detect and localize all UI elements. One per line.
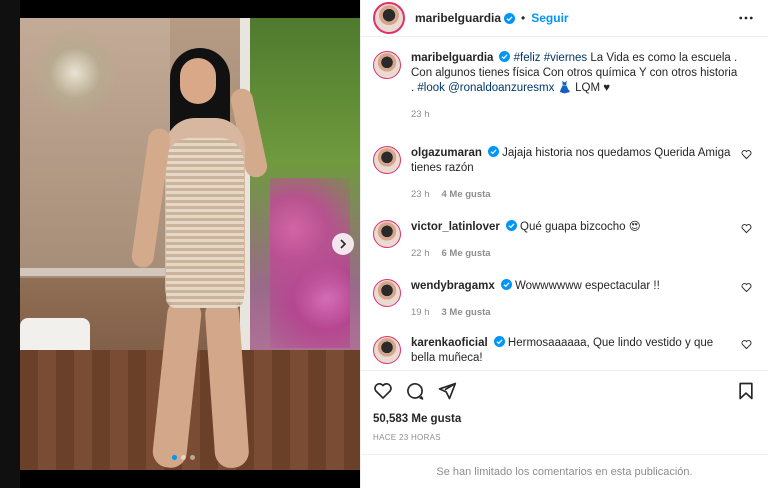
avatar[interactable] [373, 220, 401, 248]
caption-text: maribelguardia #feliz #viernes La Vida e… [411, 51, 756, 122]
carousel-dot [181, 455, 186, 460]
comment-text: karenkaoficial Hermosaaaaaa, Que lindo v… [411, 336, 756, 366]
carousel-indicators [172, 455, 195, 460]
comment-text: olgazumaran Jajaja historia nos quedamos… [411, 146, 756, 202]
likes-count[interactable]: 3 Me gusta [442, 305, 491, 320]
comment-meta: 22 h 6 Me gusta [411, 246, 738, 261]
comment-meta: 23 h 4 Me gusta [411, 187, 738, 202]
comment: karenkaoficial Hermosaaaaaa, Que lindo v… [373, 336, 756, 366]
comment-username[interactable]: olgazumaran [411, 147, 482, 159]
verified-badge-icon [487, 146, 499, 157]
carousel-dot [190, 455, 195, 460]
post-header: maribelguardia • Seguir [361, 0, 768, 37]
avatar[interactable] [373, 336, 401, 364]
verified-badge-icon [493, 336, 505, 347]
comment-bubble-icon[interactable] [405, 381, 425, 401]
comment-body: Qué guapa bizcocho 😍 [520, 221, 641, 233]
comments-list[interactable]: maribelguardia #feliz #viernes La Vida e… [361, 37, 768, 370]
leg [204, 297, 250, 469]
pink-flowers [270, 178, 350, 348]
leg [151, 296, 203, 470]
username-link[interactable]: maribelguardia [415, 11, 501, 25]
carousel-dot [172, 455, 177, 460]
dress-emoji: 👗 [557, 82, 572, 94]
hashtag-link[interactable]: #viernes [544, 52, 587, 64]
comment-text: wendybragamx Wowwwwww espectacular !! 19… [411, 279, 756, 320]
timestamp[interactable]: 19 h [411, 305, 430, 320]
likes-total[interactable]: 50,583 Me gusta [373, 413, 756, 425]
face [180, 58, 216, 104]
post-modal: maribelguardia • Seguir maribelguardia #… [20, 0, 768, 488]
post-timestamp[interactable]: HACE 23 HORAS [373, 433, 756, 442]
chandelier [30, 28, 120, 118]
avatar[interactable] [373, 279, 401, 307]
comment-username[interactable]: victor_latinlover [411, 221, 500, 233]
post-photo[interactable] [20, 18, 360, 470]
chevron-right-icon [340, 239, 347, 249]
share-paper-plane-icon[interactable] [437, 381, 457, 401]
next-image-button[interactable] [332, 233, 354, 255]
post-sidebar: maribelguardia • Seguir maribelguardia #… [360, 0, 768, 488]
heart-emoji: ♥ [603, 82, 611, 94]
bookmark-icon[interactable] [736, 381, 756, 401]
hashtag-link[interactable]: #feliz [514, 52, 541, 64]
comment-text: victor_latinlover Qué guapa bizcocho 😍 2… [411, 220, 756, 261]
comment-username[interactable]: wendybragamx [411, 280, 495, 292]
post-media [20, 0, 360, 488]
caption-meta: 23 h [411, 107, 738, 122]
like-heart-icon[interactable] [741, 149, 752, 160]
comments-limited-notice: Se han limitado los comentarios en esta … [361, 454, 768, 488]
verified-badge-icon [499, 51, 511, 62]
caption: maribelguardia #feliz #viernes La Vida e… [373, 51, 756, 122]
avatar[interactable] [373, 2, 405, 34]
likes-count[interactable]: 4 Me gusta [442, 187, 491, 202]
sparkly-dress [166, 138, 244, 308]
avatar[interactable] [373, 146, 401, 174]
avatar[interactable] [373, 51, 401, 79]
like-heart-icon[interactable] [741, 339, 752, 350]
comment-username[interactable]: karenkaoficial [411, 337, 488, 349]
timestamp[interactable]: 22 h [411, 246, 430, 261]
more-options-button[interactable] [738, 10, 754, 26]
hashtag-link[interactable]: #look [417, 82, 445, 94]
comment: wendybragamx Wowwwwww espectacular !! 19… [373, 279, 756, 320]
like-heart-icon[interactable] [741, 282, 752, 293]
verified-badge-icon [504, 12, 516, 24]
comment-meta: 19 h 3 Me gusta [411, 305, 738, 320]
mention-link[interactable]: @ronaldoanzuresmx [448, 82, 554, 94]
dimmed-backdrop-left [0, 0, 20, 488]
likes-count[interactable]: 6 Me gusta [442, 246, 491, 261]
woman-figure [130, 48, 280, 470]
timestamp[interactable]: 23 h [411, 107, 430, 122]
caption-signoff: LQM [575, 82, 601, 94]
more-horizontal-icon [739, 16, 753, 20]
comment-body: Wowwwwww espectacular !! [514, 280, 660, 292]
follow-button[interactable]: Seguir [531, 11, 568, 25]
timestamp[interactable]: 23 h [411, 187, 430, 202]
like-heart-icon[interactable] [373, 381, 393, 401]
action-icons [373, 381, 756, 401]
comment: olgazumaran Jajaja historia nos quedamos… [373, 146, 756, 202]
verified-badge-icon [500, 279, 512, 290]
verified-badge-icon [505, 220, 517, 231]
separator-dot: • [521, 11, 526, 25]
caption-username[interactable]: maribelguardia [411, 52, 493, 64]
comment: victor_latinlover Qué guapa bizcocho 😍 2… [373, 220, 756, 261]
like-heart-icon[interactable] [741, 223, 752, 234]
